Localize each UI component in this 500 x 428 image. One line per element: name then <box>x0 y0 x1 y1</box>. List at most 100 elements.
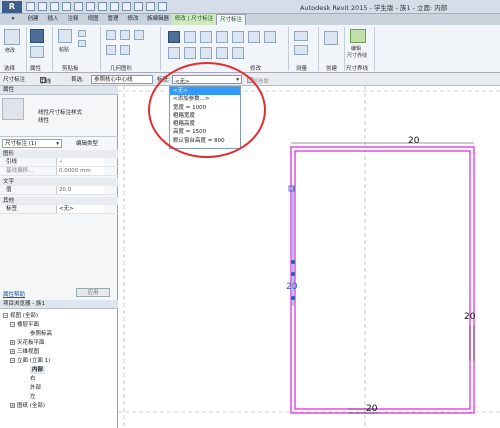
tree-item[interactable]: 左 <box>30 393 36 401</box>
thin-lines-icon[interactable] <box>146 2 155 11</box>
group-witness-label: 尺寸界线 <box>346 66 369 72</box>
tree-item[interactable]: + 图纸 (全部) <box>10 402 45 410</box>
create-similar-icon[interactable] <box>324 31 338 45</box>
save-icon[interactable] <box>38 2 47 11</box>
leader-checkbox-value[interactable]: ✓ <box>56 158 104 166</box>
tab-annotate[interactable]: 注释 <box>64 14 82 25</box>
separator <box>374 27 375 71</box>
window-title: Autodesk Revit 2015 - 学生版 - 族1 - 立面: 内部 <box>300 4 448 12</box>
dim-grip[interactable] <box>291 296 295 300</box>
close-windows-icon[interactable] <box>158 2 167 11</box>
measure-distance-icon[interactable] <box>294 31 308 41</box>
edit-type-button[interactable]: 编辑类型 <box>76 139 98 147</box>
dim-text-top[interactable]: 20 <box>408 136 419 146</box>
measure-icon[interactable] <box>86 2 95 11</box>
dimension-icon[interactable] <box>98 2 107 11</box>
offset-icon[interactable] <box>248 31 260 43</box>
tab-create[interactable]: 创建 <box>24 14 42 25</box>
trim-icon[interactable] <box>264 31 276 43</box>
copy-element-icon[interactable] <box>184 31 196 43</box>
properties-help-link[interactable]: 属性帮助 <box>3 290 25 298</box>
collapse-icon[interactable]: − <box>10 322 15 327</box>
cut-geometry-icon[interactable] <box>120 30 130 40</box>
collapse-icon[interactable]: − <box>3 313 8 318</box>
print-icon[interactable] <box>74 2 83 11</box>
category-graphics[interactable]: 图形 <box>0 150 118 158</box>
copy-icon[interactable] <box>78 40 86 47</box>
dim-grip[interactable] <box>291 260 295 264</box>
dim-text-right[interactable]: 20 <box>464 312 475 322</box>
paste-icon[interactable] <box>58 29 72 43</box>
array-icon[interactable] <box>184 47 196 59</box>
edit-witness-lines-icon[interactable] <box>350 29 366 43</box>
delete-icon[interactable] <box>232 47 244 59</box>
tree-item[interactable]: 参照标高 <box>30 330 52 338</box>
frame-inner[interactable] <box>294 150 471 410</box>
tab-dimension[interactable]: 尺寸标注 <box>216 14 246 25</box>
cut-icon[interactable] <box>78 30 86 37</box>
move-icon[interactable] <box>168 31 180 43</box>
text-icon[interactable] <box>110 2 119 11</box>
pin-icon[interactable] <box>200 47 212 59</box>
app-logo[interactable]: R <box>2 1 22 13</box>
tab-modify-dimension[interactable]: 修改 | 尺寸标注 <box>172 14 216 25</box>
join-icon[interactable] <box>106 30 116 40</box>
apply-button[interactable]: 应用 <box>76 288 110 297</box>
pick-label: 首选: <box>71 77 84 83</box>
pick-select[interactable]: 参照核心中心线 <box>91 75 153 84</box>
modify-cursor-icon[interactable] <box>4 29 20 45</box>
tree-item[interactable]: + 天花板平面 <box>10 339 45 347</box>
category-text[interactable]: 文字 <box>0 178 118 186</box>
tab-view[interactable]: 视图 <box>84 14 102 25</box>
tree-item[interactable]: − 楼层平面 <box>10 321 39 329</box>
properties-icon[interactable] <box>30 46 44 58</box>
edit-label: 编辑 <box>351 46 362 52</box>
tab-family-editor[interactable]: 族编辑器 <box>144 14 172 25</box>
separator <box>288 27 289 71</box>
3d-view-icon[interactable] <box>122 2 131 11</box>
paint-icon[interactable] <box>120 45 130 55</box>
redo-icon[interactable] <box>62 2 71 11</box>
dim-grip[interactable] <box>291 272 295 276</box>
tree-item[interactable]: + 三维视图 <box>10 348 39 356</box>
paste-label: 粘贴 <box>59 47 70 53</box>
expand-icon[interactable]: + <box>10 349 15 354</box>
tab-insert[interactable]: 插入 <box>44 14 62 25</box>
tab-home[interactable]: ▾ <box>2 14 24 25</box>
collapse-icon[interactable]: − <box>10 358 15 363</box>
undo-icon[interactable] <box>50 2 59 11</box>
measure-element-icon[interactable] <box>294 45 308 55</box>
ribbon-panel: 修改 选择 属性 粘贴 剪贴板 几何图形 修改 测量 创建 编辑 尺寸界线 尺寸… <box>0 25 500 73</box>
separator <box>160 27 161 71</box>
category-other[interactable]: 其他 <box>0 197 118 205</box>
scale-icon[interactable] <box>168 47 180 59</box>
tab-manage[interactable]: 管理 <box>104 14 122 25</box>
group-geometry-label: 几何图形 <box>110 66 133 72</box>
dim-text-bottom[interactable]: 20 <box>366 404 377 414</box>
tree-item[interactable]: 右 <box>30 375 36 383</box>
expand-icon[interactable]: + <box>10 403 15 408</box>
mirror-icon[interactable] <box>216 31 228 43</box>
instance-selector[interactable]: 尺寸标注 (1) ▾ <box>2 139 62 148</box>
separator <box>344 27 345 71</box>
tab-modify[interactable]: 修改 <box>124 14 142 25</box>
frame-outer[interactable] <box>290 146 475 414</box>
split-face-icon[interactable] <box>106 45 116 55</box>
rotate-icon[interactable] <box>200 31 212 43</box>
align-icon[interactable] <box>232 31 244 43</box>
dim-text-left[interactable]: 20 <box>286 282 297 292</box>
tree-item-selected[interactable]: 内部 <box>30 366 46 374</box>
expand-icon[interactable]: + <box>10 340 15 345</box>
open-icon[interactable] <box>26 2 35 11</box>
tree-item[interactable]: − 立面 (立面 1) <box>10 357 50 365</box>
section-icon[interactable] <box>134 2 143 11</box>
type-properties-icon[interactable] <box>30 29 44 43</box>
split-icon[interactable] <box>216 47 228 59</box>
tree-item[interactable]: − 视图 (全部) <box>3 312 38 320</box>
type-name[interactable]: 线性尺寸标注样式 <box>38 108 82 116</box>
options-context-label: 尺寸标注 <box>3 77 26 83</box>
modify-label: 修改 <box>5 48 16 54</box>
group-measure-label: 测量 <box>296 66 308 72</box>
wall-joins-icon[interactable] <box>134 30 144 40</box>
tree-item[interactable]: 外部 <box>30 384 41 392</box>
